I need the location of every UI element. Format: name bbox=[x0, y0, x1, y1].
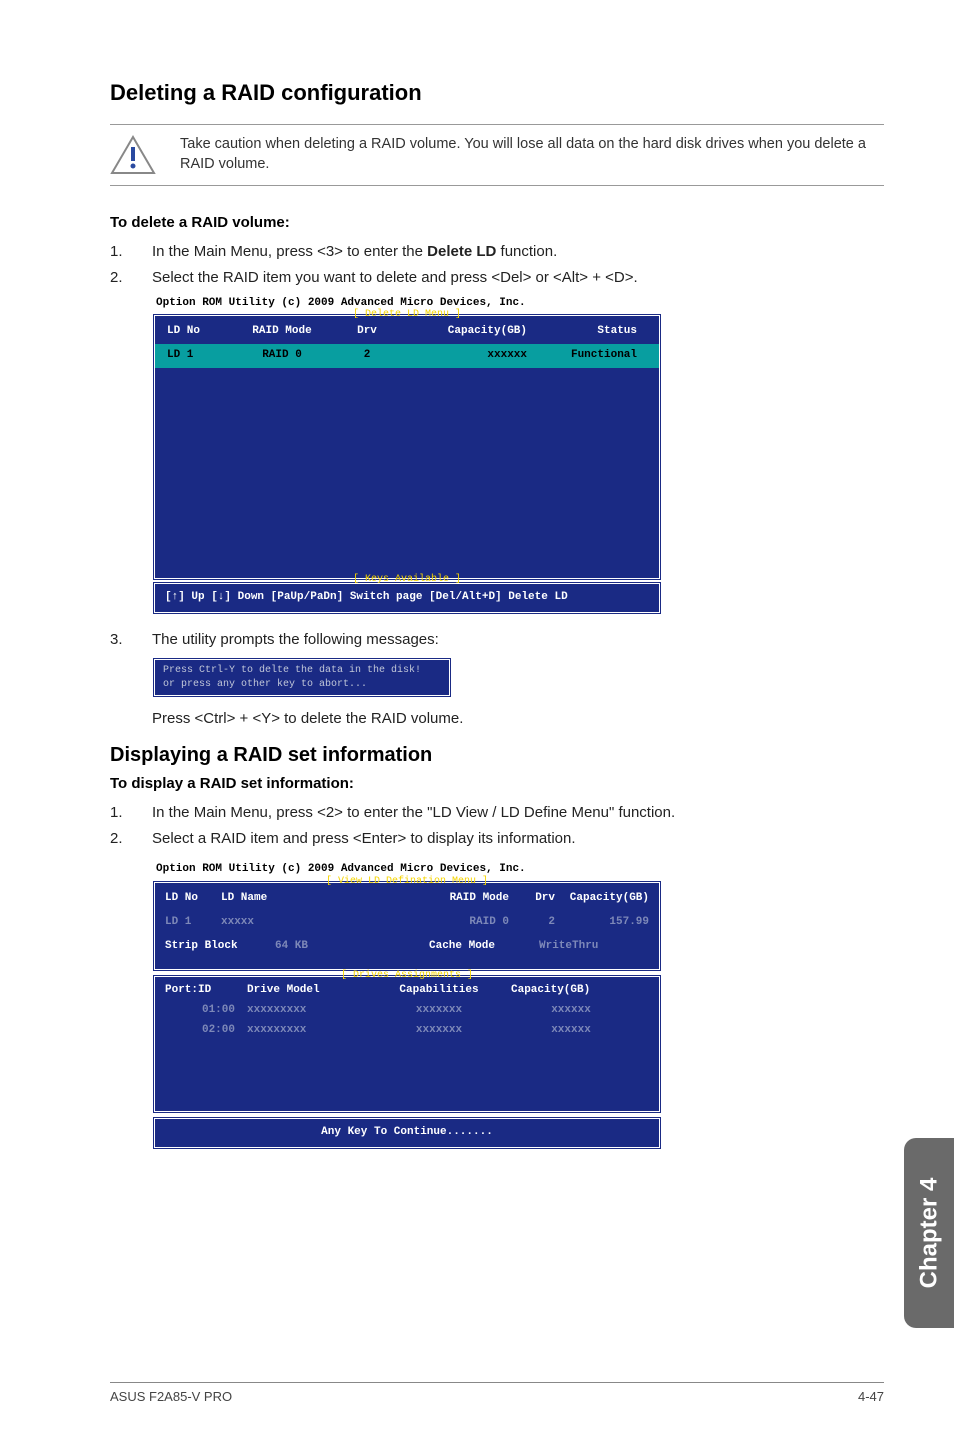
cell-port: 01:00 bbox=[165, 1003, 235, 1019]
footer-product: ASUS F2A85-V PRO bbox=[110, 1389, 232, 1404]
menu-label: [ Delete LD Menu ] bbox=[155, 308, 659, 323]
step-num: 2. bbox=[110, 267, 124, 289]
col-capacity: Capacity(GB) bbox=[511, 983, 631, 999]
chapter-tab-label: Chapter 4 bbox=[915, 1178, 943, 1289]
step-num: 1. bbox=[110, 802, 124, 824]
confirm-prompt: Press Ctrl-Y to delte the data in the di… bbox=[152, 657, 452, 698]
page-footer: ASUS F2A85-V PRO 4-47 bbox=[110, 1382, 884, 1404]
cell-model: xxxxxxxxx bbox=[247, 1023, 367, 1039]
col-ld-no: LD No bbox=[165, 891, 221, 907]
col-status: Status bbox=[527, 324, 637, 340]
cell-capacity: xxxxxx bbox=[511, 1003, 631, 1019]
step-text: In the Main Menu, press <3> to enter the… bbox=[152, 241, 557, 263]
cell-drv: 2 bbox=[337, 348, 397, 364]
step-text: In the Main Menu, press <2> to enter the… bbox=[152, 802, 675, 824]
col-port: Port:ID bbox=[165, 983, 235, 999]
cell-ld-name: xxxxx bbox=[221, 915, 331, 931]
cell-ld-no: LD 1 bbox=[165, 915, 221, 931]
heading-delete-config: Deleting a RAID configuration bbox=[110, 80, 884, 106]
cell-ld-no: LD 1 bbox=[167, 348, 227, 364]
cache-mode-label: Cache Mode bbox=[429, 939, 539, 955]
caution-text: Take caution when deleting a RAID volume… bbox=[180, 135, 878, 174]
strip-block-value: 64 KB bbox=[275, 939, 385, 955]
step-num: 2. bbox=[110, 828, 124, 850]
bios-delete-ld-screen: Option ROM Utility (c) 2009 Advanced Mic… bbox=[152, 293, 662, 616]
heading-display-info: Displaying a RAID set information bbox=[110, 744, 884, 767]
continue-prompt[interactable]: Any Key To Continue....... bbox=[152, 1116, 662, 1150]
caution-icon bbox=[110, 135, 156, 175]
chapter-tab: Chapter 4 bbox=[904, 1138, 954, 1328]
col-capacity: Capacity(GB) bbox=[397, 324, 527, 340]
cell-capacity: 157.99 bbox=[555, 915, 649, 931]
cell-raid-mode: RAID 0 bbox=[227, 348, 337, 364]
col-model: Drive Model bbox=[247, 983, 367, 999]
cell-capacity: xxxxxx bbox=[397, 348, 527, 364]
drives-label: [ Drives Assignments ] bbox=[155, 969, 659, 984]
prompt-line: or press any other key to abort... bbox=[163, 678, 441, 692]
col-raid-mode: RAID Mode bbox=[429, 891, 509, 907]
col-drv: Drv bbox=[337, 324, 397, 340]
cell-capabilities: xxxxxxx bbox=[379, 1023, 499, 1039]
menu-label: [ View LD Defination Menu ] bbox=[155, 875, 659, 890]
table-row: 02:00 xxxxxxxxx xxxxxxx xxxxxx bbox=[155, 1021, 659, 1041]
table-row: 01:00 xxxxxxxxx xxxxxxx xxxxxx bbox=[155, 1001, 659, 1021]
delete-steps: 1. In the Main Menu, press <3> to enter … bbox=[110, 241, 884, 730]
cell-raid-mode: RAID 0 bbox=[429, 915, 509, 931]
step-num: 3. bbox=[110, 629, 124, 651]
col-capabilities: Capabilities bbox=[379, 983, 499, 999]
col-capacity: Capacity(GB) bbox=[555, 891, 649, 907]
cell-port: 02:00 bbox=[165, 1023, 235, 1039]
bios-view-ld-screen: Option ROM Utility (c) 2009 Advanced Mic… bbox=[152, 859, 662, 1150]
strip-block-label: Strip Block bbox=[165, 939, 275, 955]
step-num: 1. bbox=[110, 241, 124, 263]
cell-model: xxxxxxxxx bbox=[247, 1003, 367, 1019]
subhead-display: To display a RAID set information: bbox=[110, 775, 884, 792]
col-ld-name: LD Name bbox=[221, 891, 331, 907]
footer-page: 4-47 bbox=[858, 1389, 884, 1404]
display-steps: 1. In the Main Menu, press <2> to enter … bbox=[110, 802, 884, 1150]
cell-capacity: xxxxxx bbox=[511, 1023, 631, 1039]
caution-box: Take caution when deleting a RAID volume… bbox=[110, 124, 884, 186]
step-text: Select the RAID item you want to delete … bbox=[152, 267, 638, 289]
col-raid-mode: RAID Mode bbox=[227, 324, 337, 340]
step-text: The utility prompts the following messag… bbox=[152, 629, 439, 651]
keys-label: [ Keys Available ] bbox=[152, 573, 662, 588]
cell-status: Functional bbox=[527, 348, 637, 364]
table-row[interactable]: LD 1 RAID 0 2 xxxxxx Functional bbox=[155, 344, 659, 368]
subhead-delete: To delete a RAID volume: bbox=[110, 214, 884, 231]
cache-mode-value: WriteThru bbox=[539, 939, 649, 955]
step-text: Select a RAID item and press <Enter> to … bbox=[152, 828, 576, 850]
col-drv: Drv bbox=[509, 891, 555, 907]
after-prompt-text: Press <Ctrl> + <Y> to delete the RAID vo… bbox=[152, 708, 884, 730]
cell-capabilities: xxxxxxx bbox=[379, 1003, 499, 1019]
col-ld-no: LD No bbox=[167, 324, 227, 340]
prompt-line: Press Ctrl-Y to delte the data in the di… bbox=[163, 664, 441, 678]
table-row[interactable]: LD 1 xxxxx RAID 0 2 157.99 bbox=[155, 911, 659, 935]
cell-drv: 2 bbox=[509, 915, 555, 931]
